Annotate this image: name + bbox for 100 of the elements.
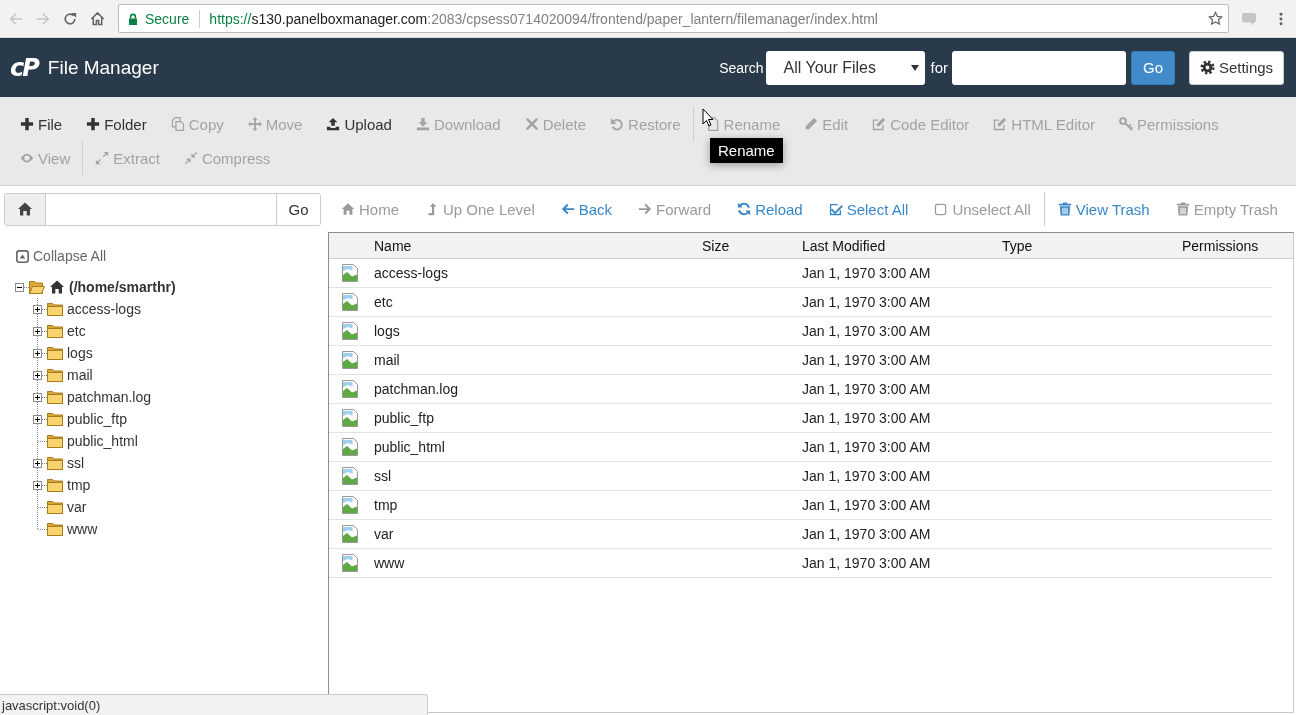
file-name-cell[interactable]: www	[374, 555, 702, 571]
minus-box-icon[interactable]	[15, 282, 24, 292]
folder-link[interactable]: logs	[67, 345, 93, 361]
folder-icon	[47, 302, 63, 316]
folder-icon	[47, 478, 63, 492]
upload-icon	[326, 117, 341, 131]
star-icon[interactable]	[1208, 11, 1223, 26]
folder-link[interactable]: mail	[67, 367, 93, 383]
search-field[interactable]	[952, 50, 1126, 85]
expand-arrows-icon	[95, 151, 110, 165]
broken-image-icon	[340, 379, 360, 399]
modified-date-cell-text: Jan 1, 1970 3:00 AM	[802, 352, 932, 368]
file-name-cell[interactable]: tmp	[374, 497, 702, 513]
plus-box-icon[interactable]	[33, 370, 42, 380]
broken-image-icon	[340, 466, 360, 486]
folder-link[interactable]: etc	[67, 323, 86, 339]
column-header[interactable]: Last Modified	[802, 237, 1002, 254]
nav-link[interactable]: Back	[547, 194, 626, 224]
edit-icon	[993, 117, 1008, 131]
file-icon	[705, 117, 720, 131]
search-label: Search	[719, 59, 764, 76]
file-name-cell[interactable]: logs	[374, 323, 702, 339]
file-name-cell[interactable]: patchman.log	[374, 381, 702, 397]
folder-link[interactable]: ssl	[67, 455, 85, 471]
plus-box-icon[interactable]	[33, 326, 42, 336]
broken-image-icon	[340, 321, 360, 341]
broken-image-icon	[340, 292, 360, 312]
scope-dropdown[interactable]: All Your Files	[766, 50, 926, 85]
column-header[interactable]: Size	[702, 237, 802, 254]
x-icon	[524, 117, 539, 131]
for-label: for	[930, 59, 948, 76]
nav-link[interactable]: View Trash	[1044, 194, 1163, 224]
plus-box-icon[interactable]	[33, 348, 42, 358]
download-icon	[415, 117, 430, 131]
checked-box-icon	[828, 202, 843, 216]
file-name-cell[interactable]: etc	[374, 294, 702, 310]
file-name-cell[interactable]: ssl	[374, 468, 702, 484]
plus-box-icon[interactable]	[33, 392, 42, 402]
modified-date-cell-text: Jan 1, 1970 3:00 AM	[802, 323, 932, 339]
folder-icon	[47, 434, 63, 448]
file-name-cell[interactable]: public_html	[374, 439, 702, 455]
go-button[interactable]: Go	[1131, 50, 1175, 85]
toolbar-button[interactable]: Upload	[314, 112, 404, 136]
lock-icon	[128, 12, 138, 25]
nav-link[interactable]: Select All	[815, 194, 922, 224]
file-name-cell[interactable]: var	[374, 526, 702, 542]
plus-box-icon[interactable]	[33, 480, 42, 490]
settings-button[interactable]: Settings	[1189, 50, 1284, 85]
column-header[interactable]: Type	[1002, 237, 1182, 254]
modified-date-cell-text: Jan 1, 1970 3:00 AM	[802, 555, 932, 571]
home-icon[interactable]	[90, 11, 105, 26]
home-folder-link[interactable]: (/home/smarthr)	[69, 279, 176, 295]
folder-icon	[47, 500, 63, 514]
url-text[interactable]: https://s130.panelboxmanager.com:2083/cpsess0714020094/frontend/paper_lantern/filemanager/index.html	[209, 10, 1208, 27]
folder-link[interactable]: var	[67, 499, 87, 515]
app-title: File Manager	[47, 56, 160, 79]
nav-link[interactable]: Reload	[724, 194, 816, 224]
folder-link[interactable]: access-logs	[67, 301, 141, 317]
pencil-icon	[804, 117, 819, 131]
modified-date-cell-text: Jan 1, 1970 3:00 AM	[802, 526, 932, 542]
column-header[interactable]: Name	[374, 237, 702, 254]
file-name-cell[interactable]: mail	[374, 352, 702, 368]
modified-date-cell-text: Jan 1, 1970 3:00 AM	[802, 410, 932, 426]
folder-link[interactable]: www	[67, 521, 98, 537]
caret-icon	[911, 64, 920, 71]
plus-box-icon[interactable]	[33, 304, 42, 314]
trash-icon	[1057, 202, 1072, 216]
folder-link[interactable]: public_html	[67, 433, 138, 449]
toolbar-button[interactable]: File	[8, 112, 75, 136]
collapse-all-link[interactable]: Collapse All	[16, 247, 107, 265]
broken-image-icon	[340, 350, 360, 370]
folder-link[interactable]: tmp	[67, 477, 91, 493]
collapse-icon	[16, 249, 29, 263]
refresh-icon	[737, 202, 752, 216]
settings-icon	[1199, 60, 1215, 75]
tooltip: Rename	[710, 138, 783, 163]
reload-icon[interactable]	[63, 11, 77, 26]
folder-link[interactable]: patchman.log	[67, 389, 152, 405]
broken-image-icon	[340, 437, 360, 457]
key-icon	[1119, 117, 1133, 131]
modified-date-cell-text: Jan 1, 1970 3:00 AM	[802, 294, 932, 310]
toolbar-button[interactable]: Folder	[74, 112, 159, 136]
folder-icon	[47, 412, 63, 426]
folder-link[interactable]: public_ftp	[67, 411, 127, 427]
file-name-cell[interactable]: public_ftp	[374, 410, 702, 426]
plus-icon	[20, 117, 34, 131]
folder-icon	[47, 522, 63, 536]
file-name-cell[interactable]: access-logs	[374, 265, 702, 281]
plus-box-icon[interactable]	[33, 458, 42, 468]
edit-icon	[872, 117, 887, 131]
left-arrow-icon	[560, 202, 575, 216]
folder-icon	[47, 390, 63, 404]
column-header[interactable]: Permissions	[1182, 237, 1293, 254]
broken-image-icon	[340, 495, 360, 515]
broken-image-icon	[340, 524, 360, 544]
address-bar[interactable]: Secure https://s130.panelboxmanager.com:2083/cpsess0714020094/frontend/paper_lantern/filemanager/index.html	[118, 4, 1229, 33]
plus-box-icon[interactable]	[33, 414, 42, 424]
plus-icon	[86, 117, 101, 131]
modified-date-cell-text: Jan 1, 1970 3:00 AM	[802, 497, 932, 513]
trash-icon	[1175, 202, 1190, 216]
